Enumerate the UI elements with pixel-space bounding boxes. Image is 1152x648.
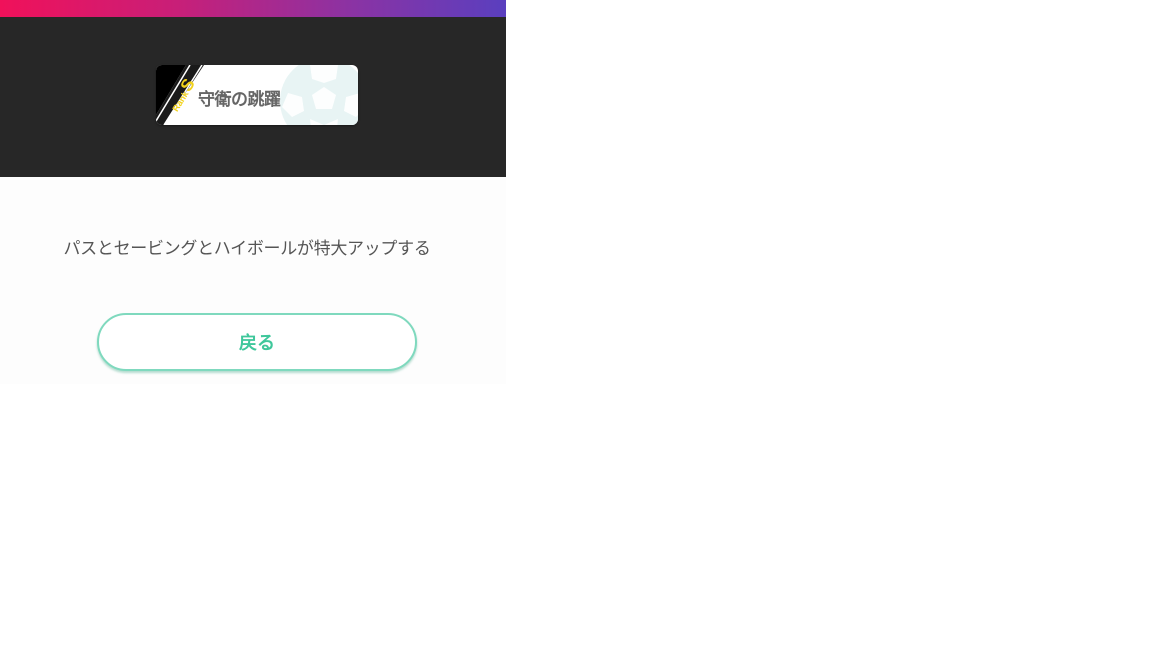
soccer-ball-icon: [280, 65, 358, 125]
skill-card: RankS 守衛の跳躍: [156, 65, 358, 125]
skill-description: パスとセービングとハイボールが特大アップする: [63, 239, 431, 259]
skill-name: 守衛の跳躍: [198, 90, 281, 110]
skill-card-panel: RankS 守衛の跳躍: [0, 17, 506, 177]
back-button-label: 戻る: [239, 333, 275, 354]
back-button[interactable]: 戻る: [97, 313, 417, 371]
header-gradient-bar: [0, 0, 506, 17]
skill-detail-dialog: RankS 守衛の跳躍 パスとセービングとハイボールが特大アップする 戻る: [0, 0, 506, 384]
